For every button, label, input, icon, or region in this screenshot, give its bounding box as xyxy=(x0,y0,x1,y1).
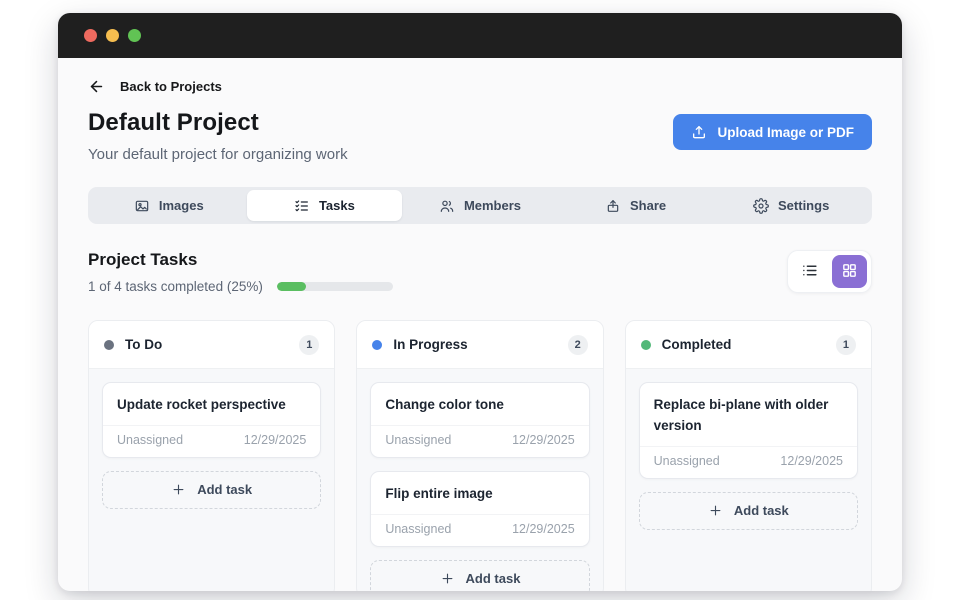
task-footer: Unassigned 12/29/2025 xyxy=(639,445,857,478)
window-titlebar xyxy=(58,13,902,58)
upload-button-label: Upload Image or PDF xyxy=(717,124,854,140)
task-title: Update rocket perspective xyxy=(117,397,286,412)
list-view-icon xyxy=(801,262,818,282)
minimize-button[interactable] xyxy=(106,29,119,42)
column-name: In Progress xyxy=(393,337,468,352)
task-footer: Unassigned 12/29/2025 xyxy=(371,513,589,546)
list-view-button[interactable] xyxy=(792,255,827,288)
back-to-projects-button[interactable]: Back to Projects xyxy=(88,78,222,95)
page-title: Default Project xyxy=(88,109,259,136)
add-task-label: Add task xyxy=(465,571,521,587)
task-footer: Unassigned 12/29/2025 xyxy=(371,424,589,457)
close-button[interactable] xyxy=(84,29,97,42)
plus-icon xyxy=(171,482,186,497)
task-card[interactable]: Change color tone Unassigned 12/29/2025 xyxy=(370,382,590,458)
progress-fill xyxy=(276,282,306,291)
task-title: Flip entire image xyxy=(385,485,493,501)
grid-view-button[interactable] xyxy=(832,255,867,288)
tab-members[interactable]: Members xyxy=(402,190,558,221)
progress-text: 1 of 4 tasks completed (25%) xyxy=(88,279,263,294)
task-assignee: Unassigned xyxy=(117,432,184,447)
project-header: Default Project Your default project for… xyxy=(88,109,872,163)
progress-row: 1 of 4 tasks completed (25%) xyxy=(88,279,393,294)
kanban-column-to-do: To Do 1 Update rocket perspective Unassigne… xyxy=(88,320,336,591)
upload-icon xyxy=(691,124,707,140)
column-count-badge: 1 xyxy=(835,334,856,355)
project-title-block: Default Project Your default project for… xyxy=(88,109,348,163)
kanban-column-completed: Completed 1 Replace bi-plane with older ve… xyxy=(624,320,872,591)
column-status-dot xyxy=(640,339,651,350)
task-footer: Unassigned 12/29/2025 xyxy=(103,424,321,457)
page-subtitle: Your default project for organizing work xyxy=(88,146,348,163)
column-body: Change color tone Unassigned 12/29/2025 Fli… xyxy=(357,369,602,591)
task-due-date: 12/29/2025 xyxy=(780,453,843,468)
task-card[interactable]: Replace bi-plane with older version Unass… xyxy=(638,382,858,479)
column-count-badge: 2 xyxy=(567,334,588,355)
add-task-button[interactable]: Add task xyxy=(370,559,590,591)
tab-settings[interactable]: Settings xyxy=(713,190,869,221)
tab-label: Settings xyxy=(778,198,830,213)
section-heading: Project Tasks xyxy=(88,250,198,269)
column-body: Replace bi-plane with older version Unass… xyxy=(626,369,871,543)
settings-icon xyxy=(753,197,769,214)
task-assignee: Unassigned xyxy=(653,453,720,468)
tasks-section-header: Project Tasks 1 of 4 tasks completed (25… xyxy=(88,250,872,294)
tab-label: Tasks xyxy=(318,198,355,213)
column-status-dot xyxy=(372,339,383,350)
task-assignee: Unassigned xyxy=(385,432,452,447)
task-due-date: 12/29/2025 xyxy=(512,432,575,447)
grid-view-icon xyxy=(841,262,858,282)
column-status-dot xyxy=(104,339,114,350)
task-due-date: 12/29/2025 xyxy=(512,521,575,536)
column-name: Completed xyxy=(661,337,732,352)
tab-share[interactable]: Share xyxy=(558,190,714,221)
task-assignee: Unassigned xyxy=(385,521,452,536)
tab-label: Images xyxy=(158,198,204,213)
kanban-column-in-progress: In Progress 2 Change color tone Unassigned 1… xyxy=(356,320,604,591)
column-body: Update rocket perspective Unassigned 12/29… xyxy=(89,369,334,522)
task-due-date: 12/29/2025 xyxy=(243,432,307,447)
kanban-board: To Do 1 Update rocket perspective Unassigne… xyxy=(88,320,872,591)
plus-icon xyxy=(708,503,723,518)
tab-tasks[interactable]: Tasks xyxy=(246,190,403,221)
task-card[interactable]: Update rocket perspective Unassigned 12/29… xyxy=(102,382,322,458)
add-task-button[interactable]: Add task xyxy=(102,470,322,509)
column-count-badge: 1 xyxy=(299,334,320,355)
app-window: Back to Projects Default Project Your de… xyxy=(58,13,902,591)
add-task-label: Add task xyxy=(733,503,789,519)
task-title: Change color tone xyxy=(385,397,504,412)
column-header: In Progress 2 xyxy=(357,321,603,369)
tab-label: Share xyxy=(630,198,667,213)
column-header: Completed 1 xyxy=(625,321,871,369)
share-icon xyxy=(605,198,621,214)
arrow-left-icon xyxy=(88,78,105,95)
task-title: Replace bi-plane with older version xyxy=(653,397,829,433)
column-header: To Do 1 xyxy=(89,321,335,369)
images-icon xyxy=(134,198,150,214)
upload-image-or-pdf-button[interactable]: Upload Image or PDF xyxy=(673,114,872,150)
tab-label: Members xyxy=(463,198,522,213)
column-name: To Do xyxy=(125,337,163,352)
view-toggle xyxy=(787,250,872,293)
window-content: Back to Projects Default Project Your de… xyxy=(58,58,902,591)
progress-bar xyxy=(276,282,393,291)
task-card[interactable]: Flip entire image Unassigned 12/29/2025 xyxy=(370,470,590,547)
tab-images[interactable]: Images xyxy=(91,190,247,221)
members-icon xyxy=(439,198,455,214)
back-label: Back to Projects xyxy=(120,79,222,94)
add-task-button[interactable]: Add task xyxy=(638,491,858,530)
add-task-label: Add task xyxy=(197,482,253,498)
plus-icon xyxy=(440,571,455,586)
tasks-icon xyxy=(294,198,310,214)
zoom-button[interactable] xyxy=(128,29,141,42)
tasks-progress-block: Project Tasks 1 of 4 tasks completed (25… xyxy=(88,250,393,294)
tab-bar: Images Tasks Members Share Settings xyxy=(88,187,872,224)
